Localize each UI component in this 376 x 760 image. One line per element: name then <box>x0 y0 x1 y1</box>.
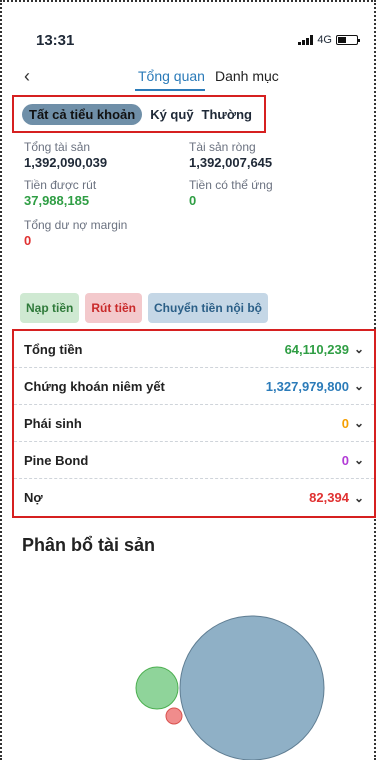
chevron-down-icon: ⌄ <box>353 379 364 393</box>
top-nav: ‹ Tổng quan Danh mục <box>20 66 356 91</box>
signal-icon <box>298 35 314 45</box>
chevron-down-icon: ⌄ <box>353 416 364 430</box>
row-label: Pine Bond <box>24 452 89 468</box>
status-indicators: 4G <box>298 34 360 46</box>
asset-allocation-bubble-chart <box>135 615 325 760</box>
list-item-derivatives[interactable]: Phái sinh 0 ⌄ <box>14 405 374 442</box>
internal-transfer-button[interactable]: Chuyển tiền nội bộ <box>148 293 269 323</box>
list-item-debt[interactable]: Nợ 82,394 ⌄ <box>14 479 374 516</box>
status-bar: 13:31 4G <box>36 30 360 50</box>
bubble-total-cash <box>135 666 179 710</box>
asset-breakdown-list: Tổng tiền 64,110,239 ⌄ Chứng khoán niêm y… <box>12 329 376 518</box>
list-item-pine-bond[interactable]: Pine Bond 0 ⌄ <box>14 442 374 479</box>
chevron-left-icon[interactable]: ‹ <box>24 66 30 87</box>
chevron-down-icon: ⌄ <box>353 490 364 505</box>
bubble-debt <box>165 707 183 725</box>
deposit-button[interactable]: Nạp tiền <box>20 293 80 323</box>
network-label: 4G <box>317 34 332 46</box>
advance-label: Tiền có thể ứng <box>189 178 273 192</box>
net-assets-label: Tài sản ròng <box>189 140 256 154</box>
advance-value: 0 <box>189 193 197 208</box>
row-value: 64,110,239 <box>284 341 349 357</box>
asset-summary: Tổng tài sản 1,392,090,039 Tài sản ròng … <box>24 140 354 248</box>
bubble-listed-securities <box>179 615 325 760</box>
margin-debt-label: Tổng dư nợ margin <box>24 218 128 232</box>
segment-margin[interactable]: Ký quỹ <box>150 107 193 122</box>
tab-overview[interactable]: Tổng quan <box>138 68 205 84</box>
segment-all-accounts[interactable]: Tất cả tiểu khoản <box>22 103 143 125</box>
row-value: 1,327,979,800 <box>265 378 349 394</box>
row-label: Phái sinh <box>24 415 82 431</box>
list-item-total-cash[interactable]: Tổng tiền 64,110,239 ⌄ <box>14 331 374 368</box>
row-label: Chứng khoán niêm yết <box>24 378 165 394</box>
withdraw-button[interactable]: Rút tiền <box>85 293 143 323</box>
withdrawable-label: Tiền được rút <box>24 178 97 192</box>
total-assets-value: 1,392,090,039 <box>24 155 108 170</box>
row-value: 0 <box>341 452 349 468</box>
net-assets-value: 1,392,007,645 <box>189 155 273 170</box>
total-assets-label: Tổng tài sản <box>24 140 91 154</box>
segment-normal[interactable]: Thường <box>202 107 252 122</box>
margin-debt-value: 0 <box>24 233 32 248</box>
list-item-listed-securities[interactable]: Chứng khoán niêm yết 1,327,979,800 ⌄ <box>14 368 374 405</box>
active-tab-indicator <box>135 89 205 91</box>
chevron-down-icon: ⌄ <box>353 453 364 467</box>
row-label: Nợ <box>24 490 43 505</box>
row-value: 0 <box>341 415 349 431</box>
withdrawable-value: 37,988,185 <box>24 193 90 208</box>
tab-portfolio[interactable]: Danh mục <box>215 68 279 84</box>
row-value: 82,394 <box>309 490 349 505</box>
chevron-down-icon: ⌄ <box>353 342 364 356</box>
account-segment-control: Tất cả tiểu khoản Ký quỹ Thường <box>12 95 266 133</box>
allocation-title: Phân bổ tài sản <box>22 535 156 555</box>
action-buttons: Nạp tiền Rút tiền Chuyển tiền nội bộ <box>20 293 269 323</box>
status-time: 13:31 <box>36 31 75 49</box>
row-label: Tổng tiền <box>24 341 83 357</box>
battery-icon <box>336 35 360 45</box>
